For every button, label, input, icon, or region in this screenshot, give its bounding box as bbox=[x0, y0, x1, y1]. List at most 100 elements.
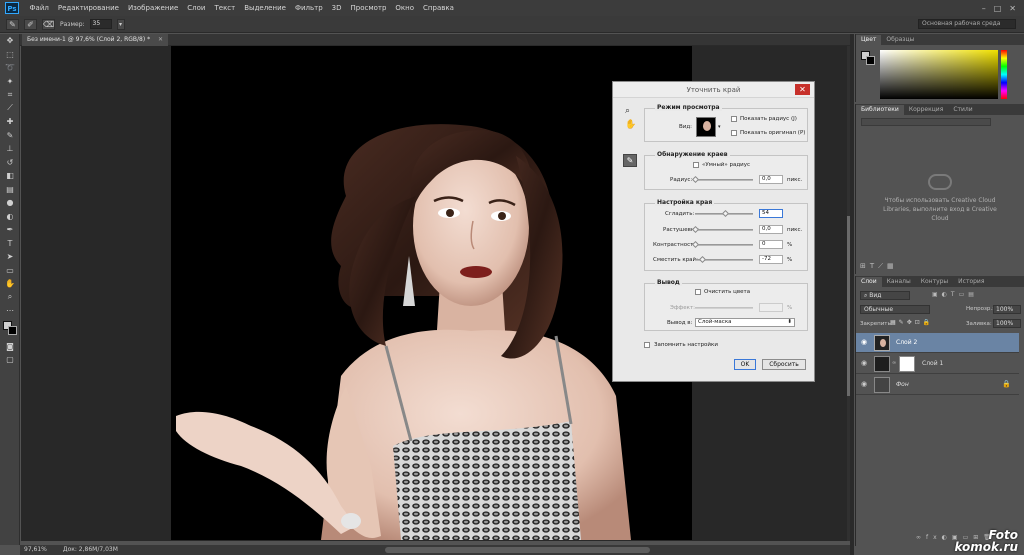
layer-name[interactable]: Фон bbox=[896, 381, 909, 388]
dialog-close-button[interactable]: ✕ bbox=[795, 84, 810, 95]
pen-tool-icon[interactable]: ✒ bbox=[0, 223, 20, 237]
fg-bg-swatch[interactable] bbox=[861, 51, 875, 65]
menu-help[interactable]: Справка bbox=[419, 4, 459, 12]
tab-paths[interactable]: Контуры bbox=[916, 277, 953, 287]
layer-row[interactable]: ◉ ∞ Слой 1 bbox=[856, 354, 1019, 374]
lasso-tool-icon[interactable]: ➰ bbox=[0, 61, 20, 75]
crop-tool-icon[interactable]: ⌗ bbox=[0, 88, 20, 102]
tab-styles[interactable]: Стили bbox=[948, 105, 977, 115]
show-radius-checkbox[interactable] bbox=[731, 116, 737, 122]
dodge-tool-icon[interactable]: ◐ bbox=[0, 210, 20, 224]
menu-window[interactable]: Окно bbox=[391, 4, 419, 12]
path-select-tool-icon[interactable]: ➤ bbox=[0, 250, 20, 264]
marquee-tool-icon[interactable]: ⬚ bbox=[0, 48, 20, 62]
menu-3d[interactable]: 3D bbox=[327, 4, 346, 12]
close-window-icon[interactable]: ✕ bbox=[1009, 4, 1016, 13]
document-tab[interactable]: Без имени-1 @ 97,6% (Слой 2, RGB/8) * ✕ bbox=[22, 34, 169, 46]
menu-layers[interactable]: Слои bbox=[183, 4, 210, 12]
more-tools-icon[interactable]: ⋯ bbox=[0, 304, 20, 318]
doc-size-info[interactable]: Док: 2,86M/7,03M bbox=[63, 545, 118, 555]
gradient-tool-icon[interactable]: ▤ bbox=[0, 183, 20, 197]
menu-edit[interactable]: Редактирование bbox=[53, 4, 123, 12]
show-original-checkbox[interactable] bbox=[731, 130, 737, 136]
smart-radius-checkbox[interactable] bbox=[693, 162, 699, 168]
shape-tool-icon[interactable]: ▭ bbox=[0, 264, 20, 278]
smooth-slider[interactable] bbox=[695, 209, 753, 218]
move-tool-icon[interactable]: ✥ bbox=[0, 34, 20, 48]
screen-mode-icon[interactable]: ▢ bbox=[0, 353, 20, 367]
fill-field[interactable]: 100% bbox=[993, 319, 1021, 328]
blur-tool-icon[interactable]: ● bbox=[0, 196, 20, 210]
minimize-icon[interactable]: – bbox=[982, 4, 986, 13]
history-brush-tool-icon[interactable]: ↺ bbox=[0, 156, 20, 170]
amount-slider[interactable] bbox=[695, 307, 753, 309]
reset-button[interactable]: Сбросить bbox=[762, 359, 806, 370]
size-dropdown-icon[interactable]: ▾ bbox=[116, 18, 125, 30]
zoom-level[interactable]: 97,61% bbox=[24, 545, 47, 555]
decontaminate-checkbox[interactable] bbox=[695, 289, 701, 295]
blend-mode-select[interactable]: Обычные bbox=[860, 305, 930, 314]
lock-icons[interactable]: ▦✎✥⊡🔒 bbox=[890, 319, 933, 326]
brush-tool-icon[interactable]: ✎ bbox=[0, 129, 20, 143]
color-spectrum-field[interactable] bbox=[880, 50, 998, 99]
hue-slider[interactable] bbox=[1001, 50, 1007, 99]
layer-name[interactable]: Слой 1 bbox=[922, 360, 943, 367]
layer-mask-thumbnail[interactable] bbox=[899, 356, 915, 372]
chain-icon[interactable]: ∞ bbox=[892, 360, 896, 366]
contrast-slider[interactable] bbox=[691, 240, 753, 249]
type-tool-icon[interactable]: T bbox=[0, 237, 20, 251]
clone-stamp-tool-icon[interactable]: ⊥ bbox=[0, 142, 20, 156]
tab-libraries[interactable]: Библиотеки bbox=[856, 105, 904, 115]
tab-color[interactable]: Цвет bbox=[856, 35, 882, 45]
menu-image[interactable]: Изображение bbox=[123, 4, 182, 12]
dialog-titlebar[interactable]: Уточнить край ✕ bbox=[613, 82, 814, 98]
amount-field[interactable] bbox=[759, 303, 783, 312]
view-dropdown-icon[interactable]: ▾ bbox=[718, 124, 721, 130]
tab-layers[interactable]: Слои bbox=[856, 277, 882, 287]
feather-slider[interactable] bbox=[691, 225, 753, 234]
quick-select-tool-icon[interactable]: ✦ bbox=[0, 75, 20, 89]
eyedropper-tool-icon[interactable]: ⟋ bbox=[0, 102, 20, 116]
tab-channels[interactable]: Каналы bbox=[882, 277, 916, 287]
color-swatches[interactable] bbox=[0, 318, 19, 340]
library-select[interactable] bbox=[861, 118, 991, 126]
visibility-eye-icon[interactable]: ◉ bbox=[861, 380, 867, 388]
smooth-field[interactable]: 54 bbox=[759, 209, 783, 218]
output-to-select[interactable]: Слой-маска ⬍ bbox=[695, 318, 795, 327]
contrast-field[interactable]: 0 bbox=[759, 240, 783, 249]
eraser-tool-icon[interactable]: ◧ bbox=[0, 169, 20, 183]
menu-select[interactable]: Выделение bbox=[240, 4, 291, 12]
tab-adjustments[interactable]: Коррекция bbox=[904, 105, 948, 115]
tab-history[interactable]: История bbox=[953, 277, 989, 287]
horizontal-scrollbar[interactable] bbox=[385, 547, 650, 553]
shift-edge-field[interactable]: -72 bbox=[759, 255, 783, 264]
tab-swatches[interactable]: Образцы bbox=[881, 35, 919, 45]
menu-filter[interactable]: Фильтр bbox=[290, 4, 327, 12]
background-color-swatch[interactable] bbox=[8, 325, 17, 335]
shift-edge-slider[interactable] bbox=[695, 255, 753, 264]
view-thumbnail[interactable] bbox=[696, 117, 716, 137]
quick-mask-icon[interactable]: ◙ bbox=[0, 340, 20, 354]
maximize-icon[interactable]: □ bbox=[994, 4, 1002, 13]
visibility-eye-icon[interactable]: ◉ bbox=[861, 359, 867, 367]
healing-brush-tool-icon[interactable]: ✚ bbox=[0, 115, 20, 129]
hand-tool-icon[interactable]: ✋ bbox=[0, 277, 20, 291]
ok-button[interactable]: OK bbox=[734, 359, 756, 370]
menu-view[interactable]: Просмотр bbox=[346, 4, 391, 12]
refine-radius-brush-icon[interactable]: ✐ bbox=[24, 18, 37, 30]
opacity-field[interactable]: 100% bbox=[993, 305, 1021, 314]
feather-field[interactable]: 0,0 bbox=[759, 225, 783, 234]
remember-settings-checkbox[interactable] bbox=[644, 342, 650, 348]
zoom-tool-icon[interactable]: ⌕ bbox=[0, 291, 20, 305]
layer-filter-kind[interactable]: ⌕ Вид bbox=[860, 291, 910, 300]
close-tab-icon[interactable]: ✕ bbox=[158, 36, 163, 43]
workspace-select[interactable]: Основная рабочая среда bbox=[918, 19, 1016, 29]
brush-size-field[interactable]: 35 bbox=[89, 19, 112, 29]
visibility-eye-icon[interactable]: ◉ bbox=[861, 338, 867, 346]
zoom-tool-icon[interactable]: ⌕ bbox=[625, 106, 630, 116]
hand-tool-icon[interactable]: ✋ bbox=[625, 120, 636, 130]
refine-radius-tool-icon[interactable]: ✎ bbox=[623, 154, 637, 167]
erase-refinements-icon[interactable]: ⌫ bbox=[42, 18, 55, 30]
radius-field[interactable]: 0,0 bbox=[759, 175, 783, 184]
layer-name[interactable]: Слой 2 bbox=[896, 339, 917, 346]
